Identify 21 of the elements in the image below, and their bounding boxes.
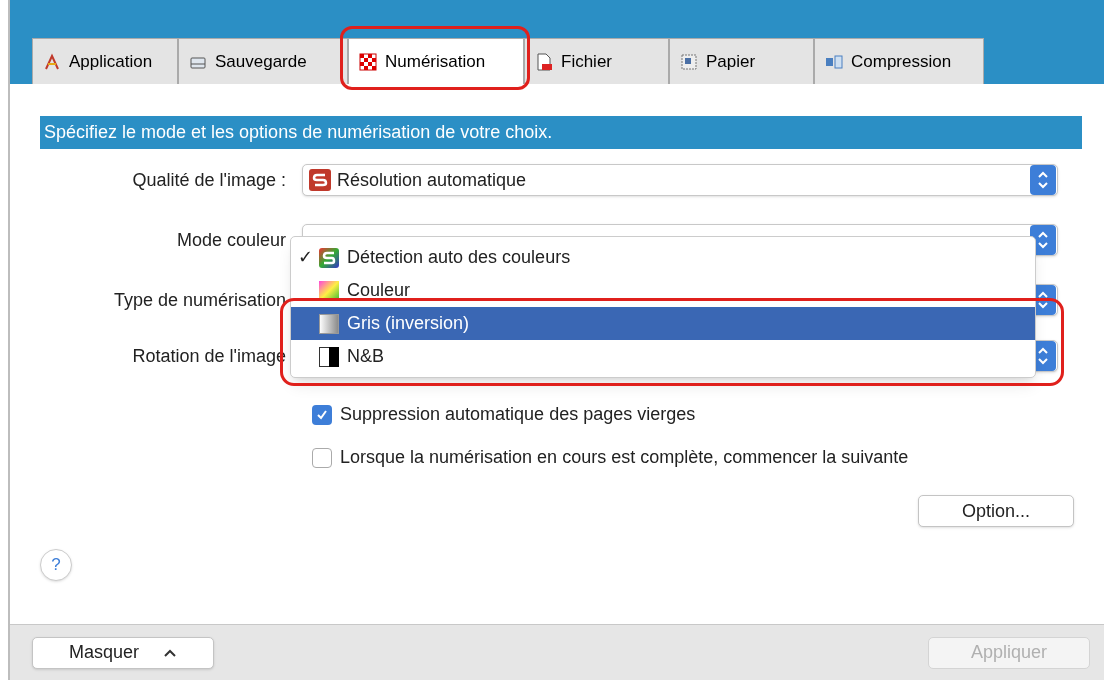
- checkbox-label: Lorsque la numérisation en cours est complète, commencer la suivante: [340, 446, 909, 469]
- checkbox-label: Suppression automatique des pages vierges: [340, 403, 696, 426]
- option-button[interactable]: Option...: [918, 495, 1074, 527]
- checkmark: ✓: [297, 246, 313, 269]
- menu-item[interactable]: Couleur: [291, 274, 1035, 307]
- dropdown[interactable]: Résolution automatique: [302, 164, 1058, 196]
- field-label: Type de numérisation: [113, 288, 286, 312]
- tab[interactable]: Compression: [814, 38, 984, 84]
- tab[interactable]: Numérisation: [348, 38, 524, 84]
- menu-item[interactable]: ✓ Détection auto des couleurs: [291, 241, 1035, 274]
- menu-item[interactable]: Gris (inversion): [291, 307, 1035, 340]
- section-header: Spécifiez le mode et les options de numérisation de votre choix.: [40, 116, 1082, 149]
- field-label: Mode couleur: [176, 228, 286, 252]
- menu-item[interactable]: N&B: [291, 340, 1035, 373]
- hide-button[interactable]: Masquer: [32, 636, 214, 669]
- help-button[interactable]: ?: [40, 549, 72, 581]
- tab[interactable]: Fichier: [524, 38, 669, 84]
- tab[interactable]: Application: [32, 38, 178, 84]
- tab[interactable]: Papier: [669, 38, 814, 84]
- field-label: Qualité de l'image :: [132, 168, 286, 192]
- tab[interactable]: Sauvegarde: [178, 38, 348, 84]
